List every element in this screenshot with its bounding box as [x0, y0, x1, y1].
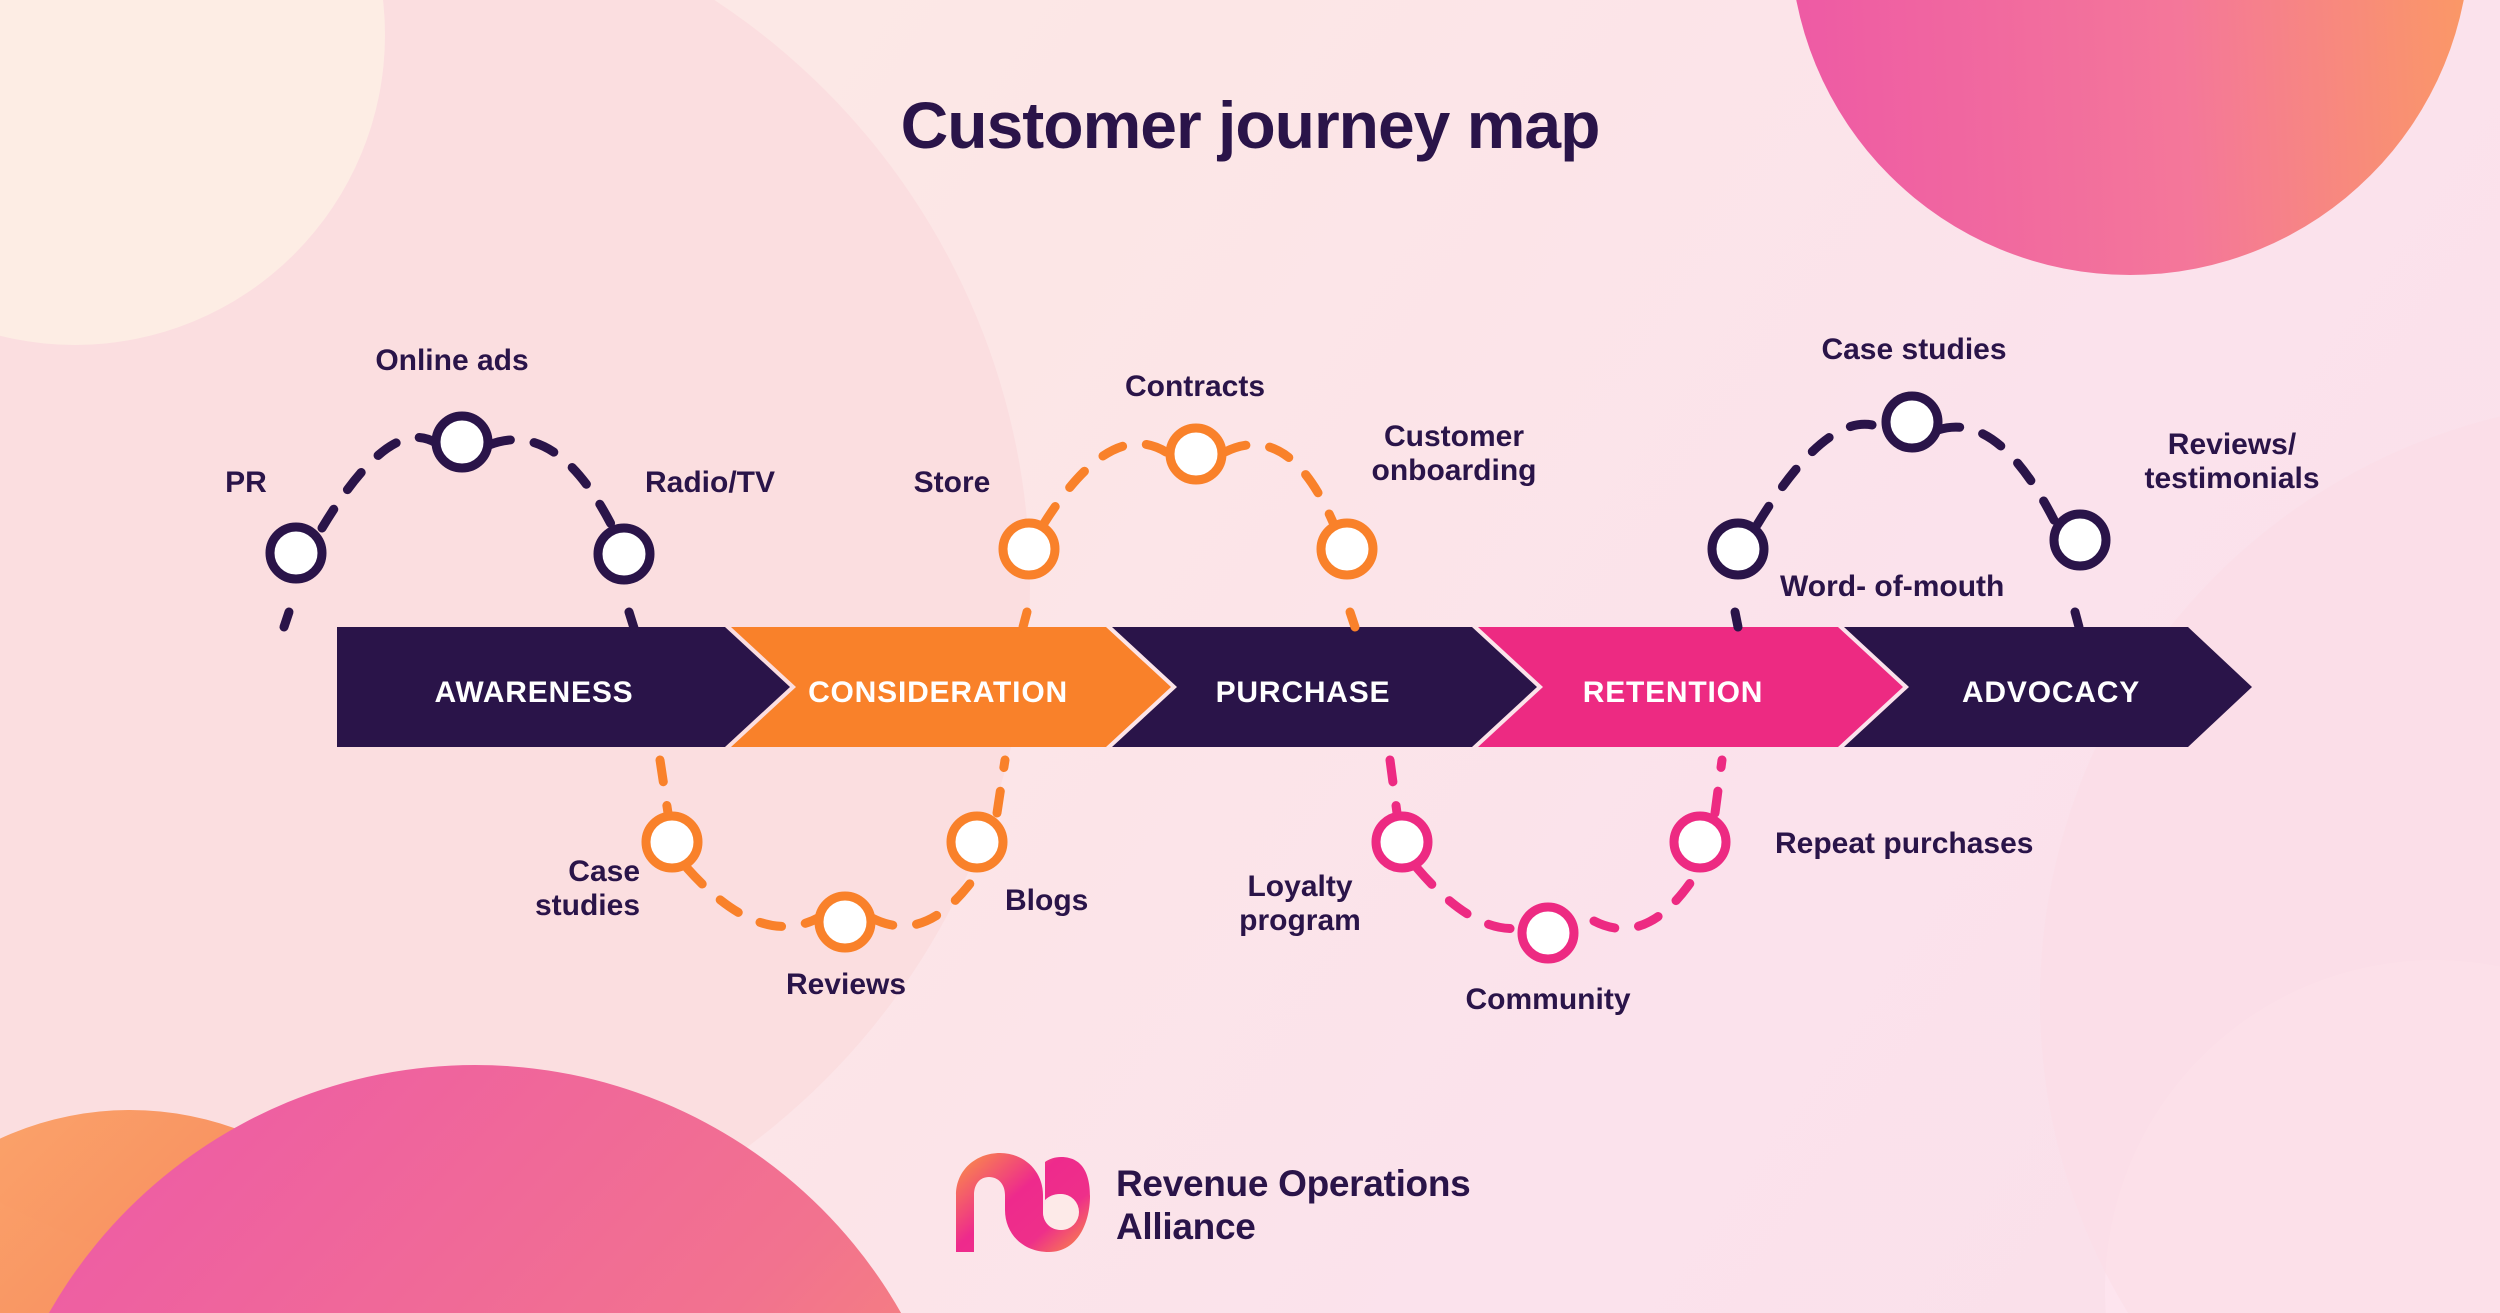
stage-chevron-advocacy[interactable]	[1844, 627, 2252, 747]
brand-lockup: Revenue Operations Alliance	[950, 1150, 1471, 1260]
touchpoint-node-online-ads[interactable]	[431, 411, 493, 473]
touchpoint-node-reviews[interactable]	[814, 891, 876, 953]
customer-journey-map-infographic: Customer journey map AWARENESS CONSIDERA…	[0, 0, 2500, 1313]
stage-chevron-awareness[interactable]	[337, 627, 790, 747]
stage-chevron-purchase[interactable]	[1112, 627, 1537, 747]
touchpoint-node-loyalty-program[interactable]	[1371, 811, 1433, 873]
stage-chevron-consideration[interactable]	[731, 627, 1171, 747]
touchpoint-node-store[interactable]	[998, 518, 1060, 580]
stage-chevron-retention[interactable]	[1478, 627, 1903, 747]
touchpoint-node-customer-onboarding[interactable]	[1316, 518, 1378, 580]
touchpoint-arc-advocacy	[1730, 419, 2084, 632]
page-title: Customer journey map	[900, 88, 1601, 162]
brand-name: Revenue Operations Alliance	[1116, 1162, 1471, 1247]
touchpoint-node-case-studies-advocacy[interactable]	[1881, 391, 1943, 453]
touchpoint-node-pr[interactable]	[265, 522, 327, 584]
touchpoint-node-community[interactable]	[1517, 902, 1579, 964]
touchpoint-node-blogs[interactable]	[946, 811, 1008, 873]
touchpoint-node-reviews-testimonials[interactable]	[2049, 509, 2111, 571]
journey-graphics	[265, 391, 2252, 964]
touchpoint-node-repeat-purchases[interactable]	[1669, 811, 1731, 873]
touchpoint-nodes-retention	[1371, 811, 1731, 964]
touchpoint-nodes-awareness	[265, 411, 655, 585]
touchpoint-node-case-studies-consideration[interactable]	[641, 811, 703, 873]
touchpoint-node-contracts[interactable]	[1165, 423, 1227, 485]
touchpoint-nodes-purchase	[998, 423, 1378, 580]
stage-chevron-bar	[337, 627, 2252, 747]
touchpoint-node-word-of-mouth[interactable]	[1707, 518, 1769, 580]
touchpoint-node-radio-tv[interactable]	[593, 523, 655, 585]
touchpoint-nodes-advocacy	[1707, 391, 2111, 580]
ro-monogram-logo-icon	[956, 1153, 1090, 1252]
